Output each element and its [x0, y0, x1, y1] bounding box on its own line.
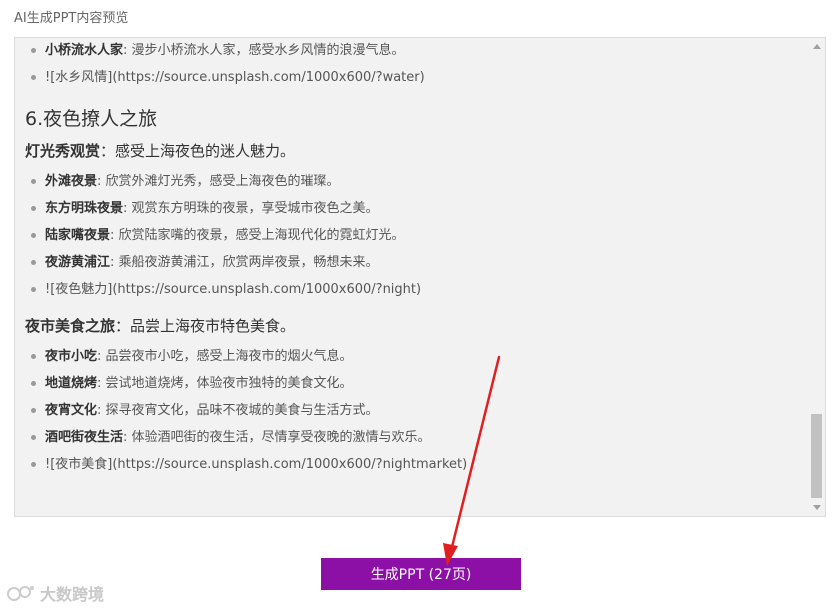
- list-item: 夜市小吃: 品尝夜市小吃，感受上海夜市的烟火气息。: [25, 343, 809, 370]
- section-heading: 灯光秀观赏：感受上海夜色的迷人魅力。: [25, 134, 809, 168]
- item-text: : 欣赏陆家嘴的夜景，感受上海现代化的霓虹灯光。: [110, 228, 405, 243]
- list-item: 外滩夜景: 欣赏外滩灯光秀，感受上海夜色的璀璨。: [25, 168, 809, 195]
- section-text: ：感受上海夜色的迷人魅力。: [100, 142, 296, 160]
- item-text: : 探寻夜宵文化，品味不夜城的美食与生活方式。: [97, 403, 379, 418]
- item-term: 酒吧街夜生活: [45, 430, 124, 445]
- item-text: ![夜市美食](https://source.unsplash.com/1000…: [45, 457, 468, 472]
- list-item: 夜游黄浦江: 乘船夜游黄浦江，欣赏两岸夜景，畅想未来。: [25, 249, 809, 276]
- item-term: 夜市小吃: [45, 349, 98, 364]
- list-item: 东方明珠夜景: 观赏东方明珠的夜景，享受城市夜色之美。: [25, 195, 809, 222]
- preview-content: 小桥流水人家: 漫步小桥流水人家，感受水乡风情的浪漫气息。 ![水乡风情](ht…: [15, 38, 809, 516]
- item-term: 陆家嘴夜景: [45, 228, 111, 243]
- item-text: ![夜色魅力](https://source.unsplash.com/1000…: [45, 282, 422, 297]
- item-term: 夜游黄浦江: [45, 255, 111, 270]
- watermark: 大数跨境: [6, 582, 104, 604]
- list-item: ![夜色魅力](https://source.unsplash.com/1000…: [25, 276, 809, 303]
- scrollbar-thumb[interactable]: [811, 414, 822, 498]
- section-heading: 夜市美食之旅：品尝上海夜市特色美食。: [25, 309, 809, 343]
- bullet-list: 外滩夜景: 欣赏外滩灯光秀，感受上海夜色的璀璨。 东方明珠夜景: 观赏东方明珠的…: [25, 168, 809, 303]
- item-term: 小桥流水人家: [45, 43, 124, 58]
- list-item: 酒吧街夜生活: 体验酒吧街的夜生活，尽情享受夜晚的激情与欢乐。: [25, 424, 809, 451]
- section-text: ：品尝上海夜市特色美食。: [115, 317, 296, 335]
- list-item: ![水乡风情](https://source.unsplash.com/1000…: [25, 64, 809, 91]
- ppt-preview-page: AI生成PPT内容预览 小桥流水人家: 漫步小桥流水人家，感受水乡风情的浪漫气息…: [0, 0, 838, 608]
- content-preview-panel[interactable]: 小桥流水人家: 漫步小桥流水人家，感受水乡风情的浪漫气息。 ![水乡风情](ht…: [14, 37, 826, 517]
- list-item: 陆家嘴夜景: 欣赏陆家嘴的夜景，感受上海现代化的霓虹灯光。: [25, 222, 809, 249]
- item-term: 夜宵文化: [45, 403, 98, 418]
- section-term: 灯光秀观赏: [25, 142, 101, 160]
- item-term: 地道烧烤: [45, 376, 98, 391]
- vertical-scrollbar[interactable]: [809, 38, 825, 516]
- bullet-list: 夜市小吃: 品尝夜市小吃，感受上海夜市的烟火气息。 地道烧烤: 尝试地道烧烤，体…: [25, 343, 809, 478]
- section-title: AI生成PPT内容预览: [14, 11, 129, 26]
- list-item: 小桥流水人家: 漫步小桥流水人家，感受水乡风情的浪漫气息。: [25, 38, 809, 64]
- preview-scroll-area: 小桥流水人家: 漫步小桥流水人家，感受水乡风情的浪漫气息。 ![水乡风情](ht…: [25, 38, 809, 478]
- scroll-up-arrow-icon[interactable]: [813, 44, 821, 49]
- list-item: ![夜市美食](https://source.unsplash.com/1000…: [25, 451, 809, 478]
- watermark-text: 大数跨境: [40, 585, 105, 604]
- item-term: 外滩夜景: [45, 174, 98, 189]
- list-item: 夜宵文化: 探寻夜宵文化，品味不夜城的美食与生活方式。: [25, 397, 809, 424]
- item-text: : 体验酒吧街的夜生活，尽情享受夜晚的激情与欢乐。: [123, 430, 431, 445]
- bullet-list: 小桥流水人家: 漫步小桥流水人家，感受水乡风情的浪漫气息。 ![水乡风情](ht…: [25, 38, 809, 91]
- item-text: ![水乡风情](https://source.unsplash.com/1000…: [45, 70, 425, 85]
- item-text: : 乘船夜游黄浦江，欣赏两岸夜景，畅想未来。: [110, 255, 379, 270]
- generate-ppt-button[interactable]: 生成PPT (27页): [321, 558, 521, 590]
- item-text: : 观赏东方明珠的夜景，享受城市夜色之美。: [123, 201, 379, 216]
- chapter-heading: 6.夜色撩人之旅: [25, 108, 158, 130]
- item-text: : 欣赏外滩灯光秀，感受上海夜色的璀璨。: [97, 174, 340, 189]
- list-item: 地道烧烤: 尝试地道烧烤，体验夜市独特的美食文化。: [25, 370, 809, 397]
- watermark-logo-icon: [7, 586, 34, 601]
- scroll-down-arrow-icon[interactable]: [813, 505, 821, 510]
- item-text: : 漫步小桥流水人家，感受水乡风情的浪漫气息。: [123, 43, 405, 58]
- item-term: 东方明珠夜景: [45, 201, 124, 216]
- item-text: : 尝试地道烧烤，体验夜市独特的美食文化。: [97, 376, 353, 391]
- section-term: 夜市美食之旅: [25, 317, 116, 335]
- item-text: : 品尝夜市小吃，感受上海夜市的烟火气息。: [97, 349, 353, 364]
